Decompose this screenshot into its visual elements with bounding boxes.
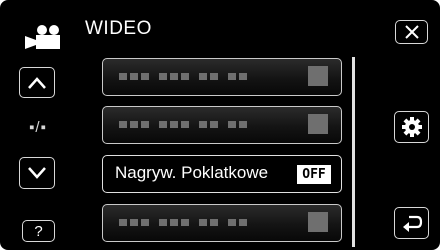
page-toggle-icon[interactable]: ▪/▪ xyxy=(16,117,60,137)
menu-item-2[interactable] xyxy=(102,106,342,144)
item-label-placeholder xyxy=(119,219,247,226)
menu-item-1[interactable] xyxy=(102,58,342,96)
scroll-up-button[interactable] xyxy=(19,67,55,98)
close-icon xyxy=(404,25,419,39)
item-label-placeholder xyxy=(119,121,247,128)
status-badge: OFF xyxy=(297,165,331,184)
menu-item-nagryw-poklatkowe[interactable]: Nagryw. Poklatkowe OFF xyxy=(102,155,342,193)
help-button[interactable]: ? xyxy=(22,220,55,242)
return-arrow-icon xyxy=(402,215,422,232)
scrollbar[interactable] xyxy=(352,57,355,247)
item-value-placeholder xyxy=(308,114,328,134)
item-value-placeholder xyxy=(308,212,328,232)
close-button[interactable] xyxy=(395,20,428,44)
page-title: WIDEO xyxy=(85,18,152,39)
item-value-placeholder xyxy=(308,66,328,86)
help-label: ? xyxy=(34,222,43,240)
chevron-down-icon xyxy=(28,167,46,179)
menu-item-label: Nagryw. Poklatkowe xyxy=(115,163,269,182)
gear-icon xyxy=(401,117,422,137)
item-label-placeholder xyxy=(119,73,247,80)
back-button[interactable] xyxy=(394,207,429,239)
scroll-down-button[interactable] xyxy=(19,157,55,189)
camera-menu-screen: WIDEO ▪/▪ ? Nagryw. Poklatkowe OFF xyxy=(0,0,440,250)
menu-item-4[interactable] xyxy=(102,204,342,242)
settings-button[interactable] xyxy=(394,111,429,143)
chevron-up-icon xyxy=(28,76,46,89)
video-camera-icon xyxy=(25,25,60,49)
